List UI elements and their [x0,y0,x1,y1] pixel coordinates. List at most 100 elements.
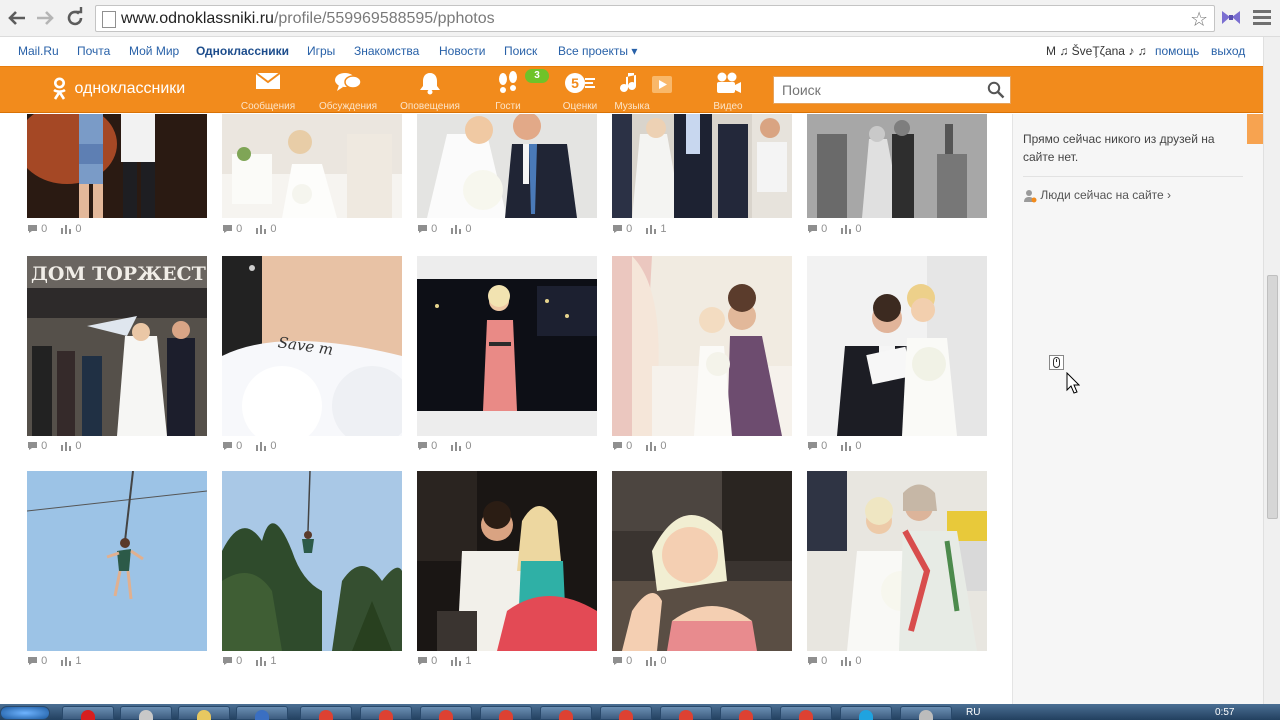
taskbar-word[interactable] [236,706,288,720]
taskbar-app[interactable] [120,706,172,720]
rating-bars-icon[interactable] [450,224,462,235]
photo-thumbnail[interactable] [807,471,987,651]
comment-icon[interactable] [807,224,818,234]
comment-icon[interactable] [27,224,38,234]
portal-link-all-projects[interactable]: Все проекты ▾ [558,44,637,58]
reload-icon[interactable] [63,6,87,30]
rating-bars-icon[interactable] [840,441,852,452]
taskbar-chrome[interactable] [720,706,772,720]
comment-icon[interactable] [417,224,428,234]
photo-thumbnail[interactable] [222,471,402,651]
comment-icon[interactable] [807,656,818,666]
taskbar-app[interactable] [900,706,952,720]
nav-music[interactable]: Музыка [607,71,681,112]
comment-icon[interactable] [612,224,623,234]
rating-bars-icon[interactable] [255,441,267,452]
photo-thumbnail[interactable] [27,114,207,218]
rating-bars-icon[interactable] [645,656,657,667]
search-input[interactable] [782,82,982,98]
photo-thumbnail[interactable] [417,471,597,651]
address-bar[interactable]: www.odnoklassniki.ru/profile/55996958859… [95,5,1215,32]
photo-thumbnail[interactable]: ДОМ ТОРЖЕСТ [27,256,207,436]
nav-messages[interactable]: Сообщения [231,71,305,112]
photo-thumbnail[interactable] [612,256,792,436]
portal-link-games[interactable]: Игры [307,44,335,58]
taskbar-folder[interactable] [178,706,230,720]
comment-icon[interactable] [417,656,428,666]
scrollbar-thumb[interactable] [1267,275,1278,519]
logout-link[interactable]: выход [1211,44,1245,58]
back-arrow-icon[interactable] [5,6,29,30]
bell-icon [393,71,467,95]
portal-link-news[interactable]: Новости [439,44,485,58]
rating-bars-icon[interactable] [255,656,267,667]
user-name[interactable]: M ♫ ŠveŢζana ♪ ♫ [1046,44,1147,58]
browser-menu-icon[interactable] [1253,10,1271,26]
comment-icon[interactable] [27,441,38,451]
help-link[interactable]: помощь [1155,44,1199,58]
taskbar-chrome[interactable] [600,706,652,720]
comment-icon[interactable] [222,656,233,666]
rating-bars-icon[interactable] [645,441,657,452]
portal-link-mail[interactable]: Почта [77,44,110,58]
taskbar-chrome[interactable] [780,706,832,720]
comment-icon[interactable] [27,656,38,666]
photo-thumbnail[interactable] [222,114,402,218]
rating-bars-icon[interactable] [450,656,462,667]
photo-thumbnail[interactable]: Save m [222,256,402,436]
photo-thumbnail[interactable] [612,471,792,651]
star-icon[interactable]: ☆ [1190,7,1208,32]
photo-thumbnail[interactable] [27,471,207,651]
photo-thumbnail[interactable] [807,256,987,436]
comment-icon[interactable] [612,656,623,666]
comment-icon[interactable] [612,441,623,451]
portal-link-mailru[interactable]: Mail.Ru [18,44,59,58]
start-button[interactable] [0,706,50,720]
panel-tab[interactable] [1247,114,1264,144]
photo-thumbnail[interactable] [417,114,597,218]
comment-icon[interactable] [222,224,233,234]
taskbar-chrome[interactable] [300,706,352,720]
people-online-label: Люди сейчас на сайте › [1040,188,1172,202]
person-icon [1024,189,1037,203]
clock[interactable]: 0:57 [1215,707,1234,718]
taskbar-opera[interactable] [62,706,114,720]
photo-stats: 0 0 [27,223,81,237]
rating-bars-icon[interactable] [60,224,72,235]
rating-bars-icon[interactable] [840,224,852,235]
rating-bars-icon[interactable] [60,441,72,452]
rating-bars-icon[interactable] [255,224,267,235]
nav-notifications[interactable]: Оповещения [393,71,467,112]
nav-video[interactable]: Видео [691,71,765,112]
taskbar-skype[interactable] [840,706,892,720]
photo-thumbnail[interactable] [612,114,792,218]
forward-arrow-icon[interactable] [33,6,57,30]
page-scrollbar[interactable] [1263,37,1280,704]
comment-icon[interactable] [417,441,428,451]
rating-bars-icon[interactable] [645,224,657,235]
portal-link-odnoklassniki[interactable]: Одноклассники [196,44,289,58]
photo-thumbnail[interactable] [807,114,987,218]
taskbar-chrome[interactable] [480,706,532,720]
site-logo[interactable]: одноклассники [52,77,185,103]
svg-text:5: 5 [571,75,579,91]
language-indicator[interactable]: RU [966,707,980,718]
portal-link-search[interactable]: Поиск [504,44,537,58]
comment-icon[interactable] [807,441,818,451]
taskbar-chrome[interactable] [540,706,592,720]
rating-bars-icon[interactable] [450,441,462,452]
search-box[interactable] [773,76,1011,104]
portal-link-dating[interactable]: Знакомства [354,44,419,58]
taskbar-chrome[interactable] [360,706,412,720]
portal-link-my-world[interactable]: Мой Мир [129,44,179,58]
taskbar-chrome[interactable] [420,706,472,720]
comment-icon[interactable] [222,441,233,451]
photo-thumbnail[interactable] [417,256,597,436]
taskbar-chrome[interactable] [660,706,712,720]
people-online-link[interactable]: Люди сейчас на сайте › [1023,188,1171,203]
extension-bowtie-icon[interactable] [1221,9,1241,27]
rating-bars-icon[interactable] [60,656,72,667]
rating-bars-icon[interactable] [840,656,852,667]
nav-discussions[interactable]: Обсуждения [311,71,385,112]
search-icon[interactable] [987,81,1005,99]
